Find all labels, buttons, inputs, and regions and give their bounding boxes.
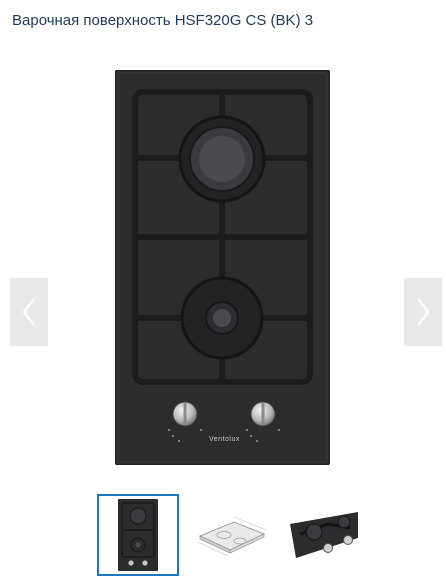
thumbnail-close-up-angle[interactable]	[283, 494, 365, 576]
thumbnail-dimensions-drawing[interactable]	[190, 494, 272, 576]
gallery-next-button[interactable]	[404, 278, 442, 346]
product-title: Варочная поверхность HSF320G CS (BK) 3	[12, 12, 314, 29]
thumbnail-front-view[interactable]	[97, 494, 179, 576]
thumbnail-image	[118, 499, 158, 571]
chevron-left-icon	[22, 298, 35, 326]
gallery-prev-button[interactable]	[10, 278, 48, 346]
thumbnail-image	[290, 512, 358, 558]
chevron-right-icon	[417, 298, 430, 326]
product-main-image	[115, 70, 330, 465]
thumbnail-image	[197, 516, 267, 557]
brand-logo: Ventolux	[209, 436, 240, 443]
